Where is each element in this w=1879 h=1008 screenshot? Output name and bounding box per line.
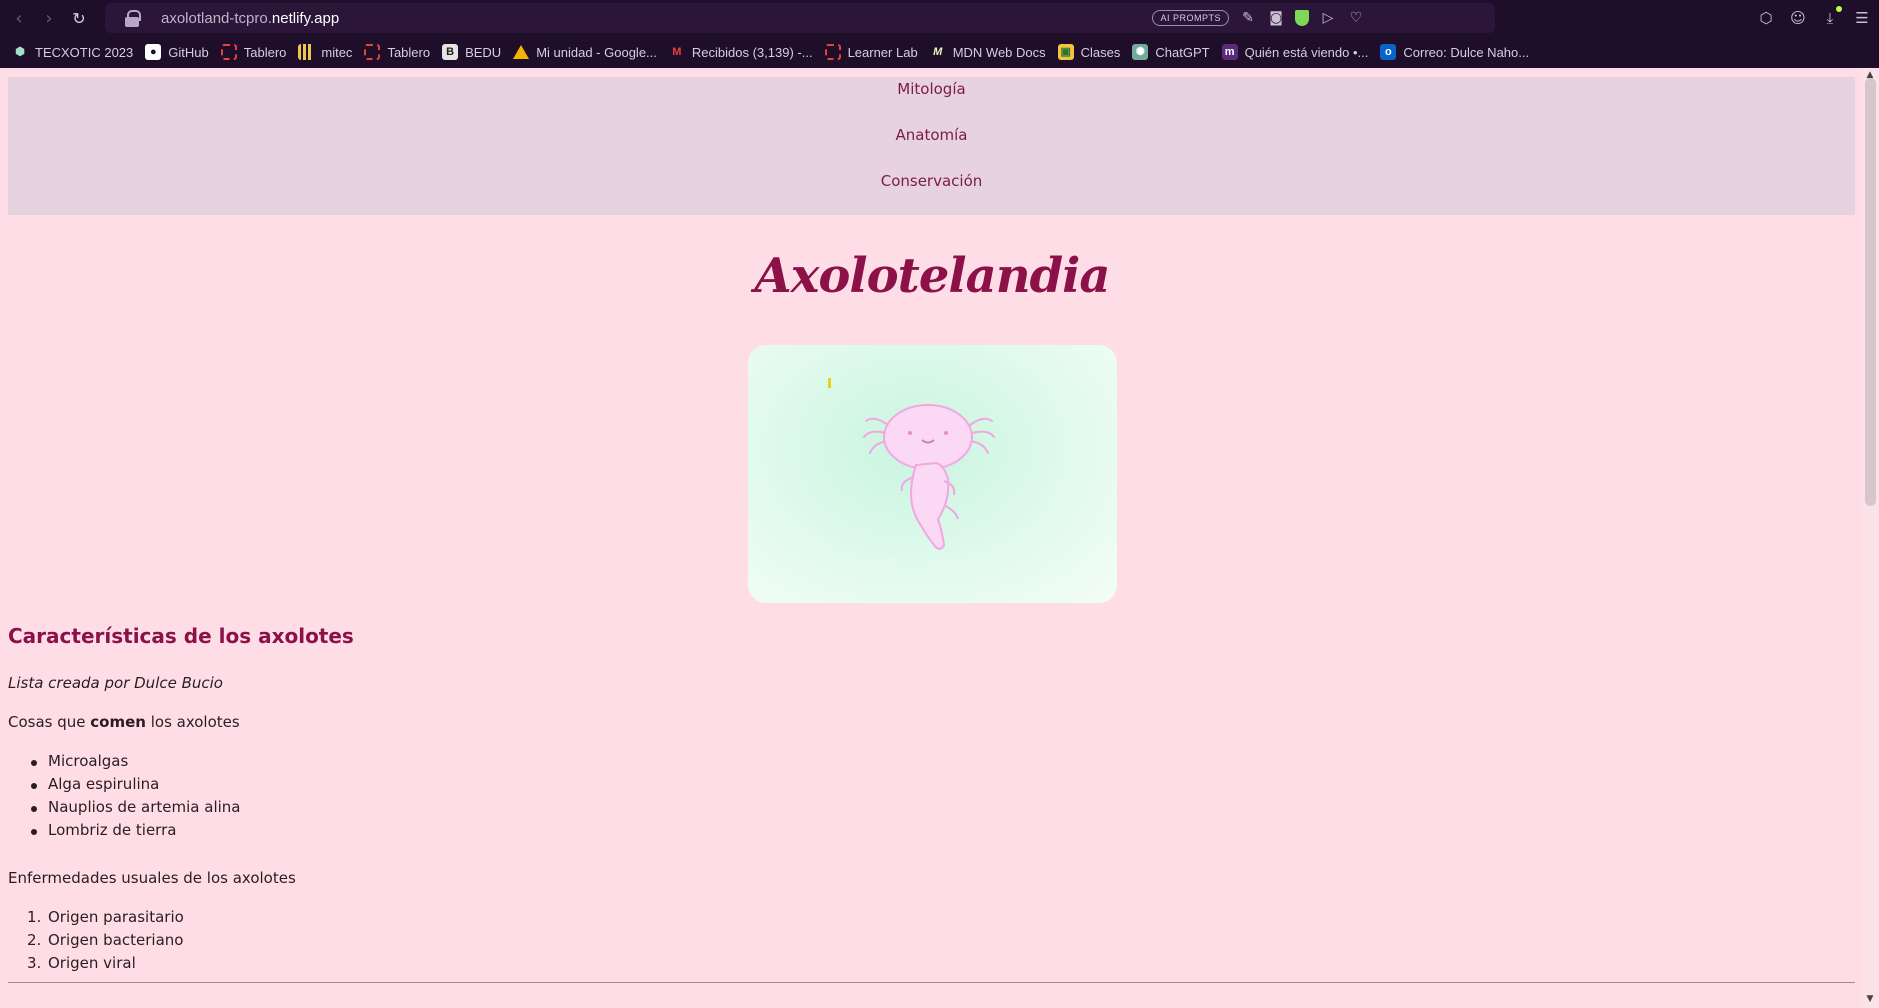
lock-icon (125, 10, 141, 27)
list-item: Microalgas (31, 752, 241, 775)
scroll-down-icon[interactable]: ▼ (1865, 994, 1875, 1004)
gmail-icon: M (672, 46, 682, 58)
horizontal-rule (8, 982, 1855, 983)
section-heading: Características de los axolotes (8, 624, 354, 648)
bookmark-gmail[interactable]: M Recibidos (3,139) -... (669, 44, 812, 60)
nav-link-mitologia[interactable]: Mitología (8, 80, 1855, 98)
scroll-thumb[interactable] (1865, 78, 1876, 506)
bookmarks-bar: ⬢ TECXOTIC 2023 ● GitHub Tablero mitec Tab… (0, 36, 1879, 68)
window-actions: ⬡ ☺ ⤓ ☰ (1757, 0, 1871, 36)
hexagon-icon: ⬢ (15, 46, 25, 58)
food-intro: Cosas que comen los axolotes (8, 713, 240, 731)
bookmark-mitec[interactable]: mitec (298, 44, 352, 60)
mdn-icon: M (933, 46, 943, 58)
cube-icon[interactable]: ⬡ (1757, 9, 1775, 27)
food-list: Microalgas Alga espirulina Nauplios de a… (31, 752, 241, 844)
m-icon: m (1221, 44, 1238, 60)
url-text: axolotland-tcpro.netlify.app (161, 9, 340, 27)
canvas-ring-icon (364, 44, 381, 60)
google-drive-icon (513, 45, 530, 59)
bookmark-correo[interactable]: o Correo: Dulce Naho... (1380, 44, 1529, 60)
axolotl-image (748, 345, 1117, 603)
byline: Lista creada por Dulce Bucio (8, 674, 223, 692)
page-title: Axolotelandia (754, 248, 1111, 304)
nav-link-conservacion[interactable]: Conservación (8, 172, 1855, 190)
heart-icon[interactable]: ♡ (1347, 9, 1365, 27)
page-viewport: Mitología Anatomía Conservación Axolotel… (0, 68, 1879, 1008)
bookmark-clases[interactable]: ▣ Clases (1057, 44, 1120, 60)
send-icon[interactable]: ▷ (1319, 9, 1337, 27)
site-nav: Mitología Anatomía Conservación (8, 77, 1855, 215)
list-item: Alga espirulina (31, 775, 241, 798)
edit-icon[interactable]: ✎ (1239, 9, 1257, 27)
forward-icon[interactable]: › (34, 3, 64, 33)
classroom-icon: ▣ (1057, 44, 1074, 60)
vertical-scrollbar[interactable]: ▲ ▼ (1861, 68, 1879, 1008)
axolotl-illustration (828, 378, 995, 550)
bookmark-quien-esta-viendo[interactable]: m Quién está viendo •... (1221, 44, 1368, 60)
address-bar[interactable]: axolotland-tcpro.netlify.app AI PROMPTS … (105, 3, 1495, 33)
bookmark-github[interactable]: ● GitHub (145, 44, 209, 60)
bookmark-tecxotic[interactable]: ⬢ TECXOTIC 2023 (12, 44, 133, 60)
bookmark-learner-lab[interactable]: Learner Lab (824, 44, 918, 60)
bedu-icon: B (442, 44, 459, 60)
bookmark-google-drive[interactable]: Mi unidad - Google... (513, 45, 657, 60)
list-item: 1. Origen parasitario (27, 908, 184, 926)
ai-prompts-button[interactable]: AI PROMPTS (1152, 10, 1229, 26)
list-item: 2. Origen bacteriano (27, 931, 184, 949)
chatgpt-icon: ✺ (1132, 44, 1149, 60)
bookmark-bedu[interactable]: B BEDU (442, 44, 501, 60)
list-item: Lombriz de tierra (31, 821, 241, 844)
disease-intro: Enfermedades usuales de los axolotes (8, 869, 296, 887)
list-item: 3. Origen viral (27, 954, 136, 972)
canvas-ring-icon (220, 44, 237, 60)
canvas-ring-icon (824, 44, 841, 60)
browser-window: ‹ › ↻ axolotland-tcpro.netlify.app AI PR… (0, 0, 1879, 1008)
browser-toolbar: ‹ › ↻ axolotland-tcpro.netlify.app AI PR… (0, 0, 1879, 36)
emphasis-comen: comen (90, 713, 146, 731)
address-bar-actions: AI PROMPTS ✎ ◙ ▷ ♡ (1152, 3, 1365, 33)
list-item: Nauplios de artemia alina (31, 798, 241, 821)
camera-icon[interactable]: ◙ (1267, 9, 1285, 27)
bookmark-tablero-1[interactable]: Tablero (220, 44, 286, 60)
bookmark-mdn[interactable]: M MDN Web Docs (930, 44, 1046, 60)
bookmark-tablero-2[interactable]: Tablero (364, 44, 430, 60)
nav-link-anatomia[interactable]: Anatomía (8, 126, 1855, 144)
reload-icon[interactable]: ↻ (64, 3, 94, 33)
bookmark-chatgpt[interactable]: ✺ ChatGPT (1132, 44, 1210, 60)
bars-icon (298, 44, 315, 60)
disease-list: 1. Origen parasitario 2. Origen bacteriano… (27, 908, 184, 977)
github-icon: ● (145, 44, 162, 60)
menu-icon[interactable]: ☰ (1853, 9, 1871, 27)
download-icon[interactable]: ⤓ (1821, 6, 1842, 27)
shield-icon[interactable] (1295, 10, 1309, 26)
outlook-icon: o (1380, 44, 1397, 60)
profile-icon[interactable]: ☺ (1789, 9, 1807, 27)
back-icon[interactable]: ‹ (4, 3, 34, 33)
